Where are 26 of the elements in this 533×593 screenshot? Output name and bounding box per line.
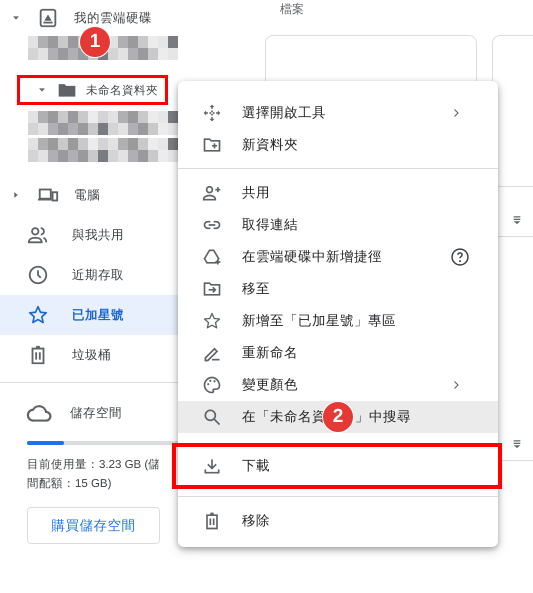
sort-icon: [512, 214, 522, 226]
storage-usage-text: 間配額：15 GB): [27, 476, 112, 492]
storage-usage-text: 目前使用量：3.23 GB (儲: [27, 458, 160, 473]
section-heading: 檔案: [280, 1, 305, 18]
star-icon: [202, 311, 222, 331]
four-arrows-icon: [202, 103, 222, 123]
menu-item[interactable]: 移除: [178, 505, 498, 537]
nav-label[interactable]: 電腦: [74, 186, 100, 204]
palette-icon: [202, 375, 222, 395]
number-badge: 1: [79, 26, 111, 58]
menu-item[interactable]: 新資料夾: [178, 129, 498, 161]
sort-icon: [512, 438, 522, 450]
star-icon: [27, 304, 49, 326]
buy-storage-button[interactable]: 購買儲存空間: [27, 507, 160, 544]
menu-item-label: 」中搜尋: [355, 408, 411, 426]
nav-label[interactable]: 我的雲端硬碟: [74, 10, 152, 26]
menu-item[interactable]: 共用: [178, 177, 498, 209]
folder-tree-item[interactable]: 未命名資料夾: [17, 75, 168, 105]
storage-label: 儲存空間: [70, 404, 122, 422]
clock-icon: [27, 264, 49, 286]
menu-item[interactable]: 下載: [172, 443, 502, 489]
number-badge: 2: [322, 401, 354, 433]
person-plus-icon: [202, 183, 222, 203]
people-icon: [27, 224, 49, 246]
menu-item[interactable]: 選擇開啟工具: [178, 97, 498, 129]
search-icon: [202, 407, 222, 427]
